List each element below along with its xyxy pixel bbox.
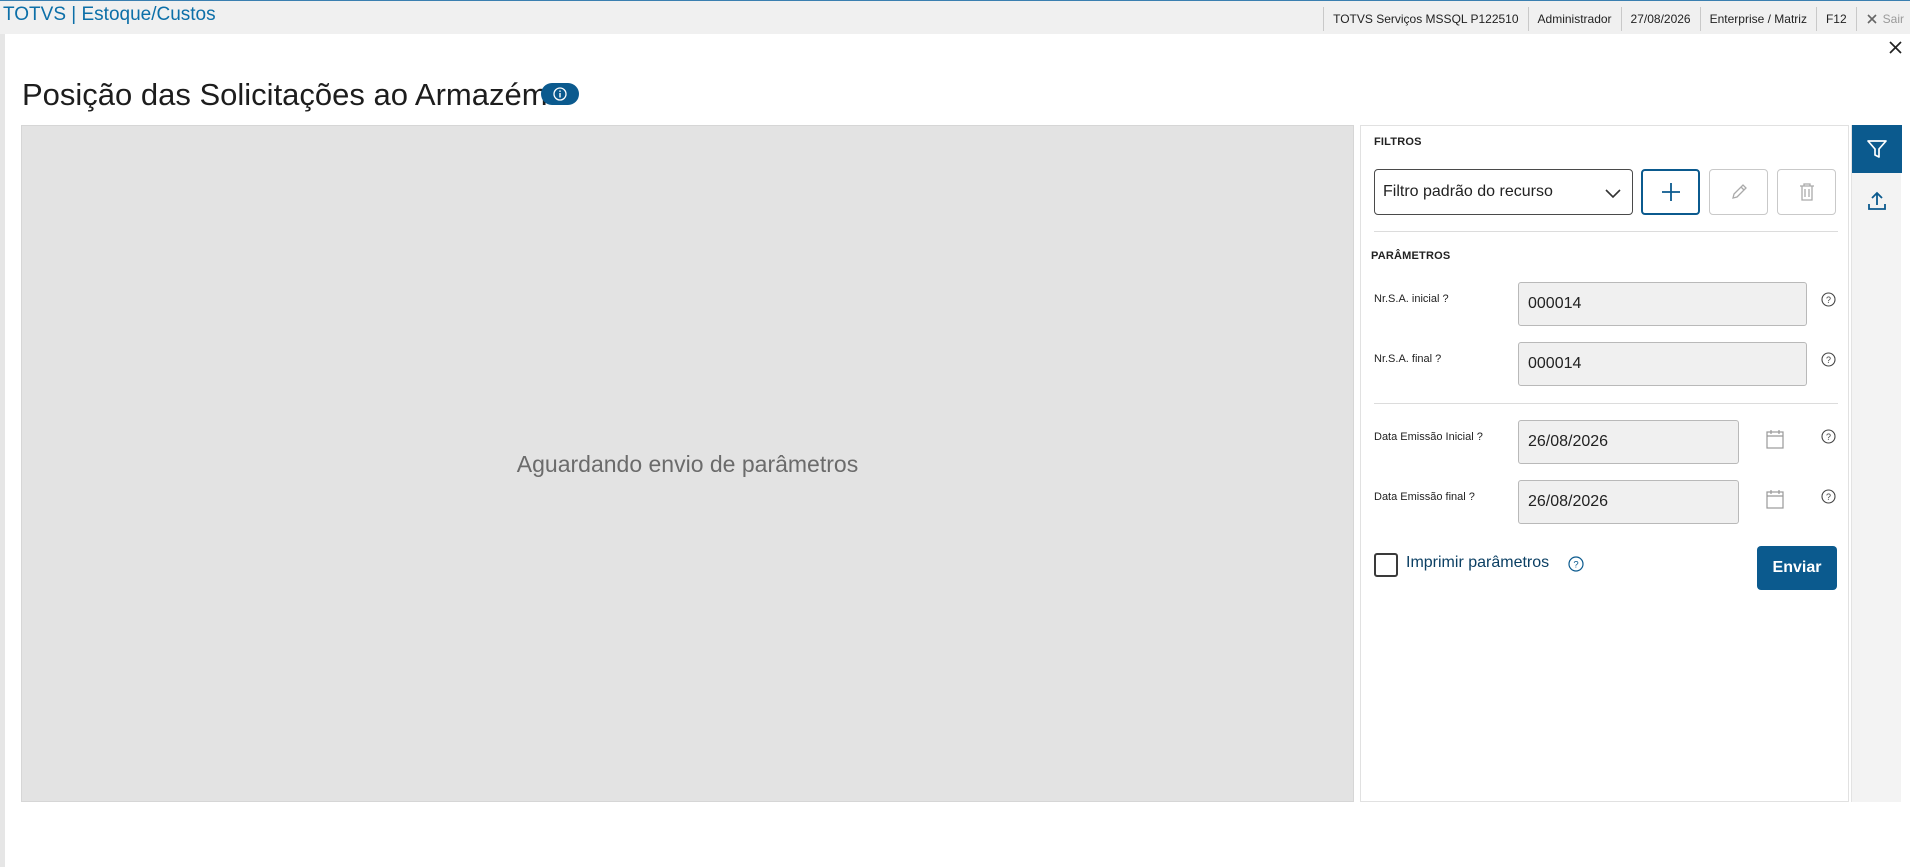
help-icon[interactable]: ? bbox=[1821, 489, 1836, 504]
plus-icon bbox=[1661, 183, 1680, 201]
export-button[interactable] bbox=[1852, 181, 1902, 221]
funnel-icon bbox=[1867, 140, 1887, 158]
app-brand: TOTVS | Estoque/Custos bbox=[3, 4, 216, 25]
divider bbox=[1374, 231, 1838, 232]
issue-date-initial-label: Data Emissão Inicial ? bbox=[1374, 431, 1483, 443]
company-branch-label[interactable]: Enterprise / Matriz bbox=[1699, 7, 1816, 31]
upload-icon bbox=[1868, 191, 1886, 210]
report-preview: Aguardando envio de parâmetros bbox=[21, 125, 1354, 802]
add-filter-button[interactable] bbox=[1641, 169, 1700, 215]
help-icon[interactable]: ? bbox=[1821, 429, 1836, 444]
calendar-icon[interactable] bbox=[1766, 489, 1784, 509]
preview-status-message: Aguardando envio de parâmetros bbox=[516, 451, 859, 477]
svg-text:?: ? bbox=[1826, 432, 1831, 442]
sa-initial-input[interactable]: 000014 bbox=[1518, 282, 1807, 326]
calendar-icon[interactable] bbox=[1766, 429, 1784, 449]
divider bbox=[1374, 403, 1838, 404]
exit-button[interactable]: Sair bbox=[1855, 7, 1910, 31]
top-bar: TOTVS | Estoque/Custos TOTVS Serviços MS… bbox=[0, 0, 1910, 34]
help-icon[interactable]: ? bbox=[1568, 556, 1584, 572]
pencil-icon bbox=[1731, 184, 1747, 199]
issue-date-final-input[interactable]: 26/08/2026 bbox=[1518, 480, 1739, 524]
date-label[interactable]: 27/08/2026 bbox=[1620, 7, 1700, 31]
edit-filter-button[interactable] bbox=[1709, 169, 1768, 215]
info-icon bbox=[553, 87, 567, 101]
issue-date-final-label: Data Emissão final ? bbox=[1374, 491, 1475, 503]
environment-label: TOTVS Serviços MSSQL P122510 bbox=[1323, 7, 1527, 31]
filter-toggle-button[interactable] bbox=[1852, 125, 1902, 173]
chevron-down-icon bbox=[1605, 189, 1621, 199]
user-label[interactable]: Administrador bbox=[1527, 7, 1621, 31]
svg-text:?: ? bbox=[1573, 560, 1578, 571]
side-toolbar bbox=[1851, 125, 1902, 802]
sa-final-label: Nr.S.A. final ? bbox=[1374, 353, 1442, 365]
svg-text:?: ? bbox=[1826, 355, 1831, 365]
send-button[interactable]: Enviar bbox=[1757, 546, 1837, 590]
close-icon bbox=[1888, 40, 1902, 54]
close-icon bbox=[1867, 14, 1877, 24]
svg-text:?: ? bbox=[1826, 492, 1831, 502]
trash-icon bbox=[1799, 183, 1814, 201]
help-icon[interactable]: ? bbox=[1821, 352, 1836, 367]
parameters-section-label: PARÂMETROS bbox=[1371, 250, 1451, 262]
sa-initial-label: Nr.S.A. inicial ? bbox=[1374, 293, 1449, 305]
f12-button[interactable]: F12 bbox=[1815, 7, 1856, 31]
help-icon[interactable]: ? bbox=[1821, 292, 1836, 307]
filter-select-value: Filtro padrão do recurso bbox=[1383, 183, 1553, 200]
sa-final-input[interactable]: 000014 bbox=[1518, 342, 1807, 386]
page-title: Posição das Solicitações ao Armazém bbox=[22, 77, 548, 112]
filter-select[interactable]: Filtro padrão do recurso bbox=[1374, 169, 1633, 215]
close-page-button[interactable] bbox=[1884, 36, 1906, 58]
exit-label: Sair bbox=[1882, 12, 1904, 26]
filters-section-label: FILTROS bbox=[1374, 136, 1422, 148]
session-info: TOTVS Serviços MSSQL P122510 Administrad… bbox=[1323, 7, 1910, 31]
info-button[interactable] bbox=[541, 83, 579, 105]
print-parameters-label[interactable]: Imprimir parâmetros bbox=[1406, 554, 1549, 572]
svg-text:?: ? bbox=[1826, 295, 1831, 305]
issue-date-initial-input[interactable]: 26/08/2026 bbox=[1518, 420, 1739, 464]
print-parameters-checkbox[interactable] bbox=[1374, 553, 1398, 577]
parameters-panel: FILTROS Filtro padrão do recurso PARÂMET… bbox=[1360, 125, 1849, 802]
delete-filter-button[interactable] bbox=[1777, 169, 1836, 215]
